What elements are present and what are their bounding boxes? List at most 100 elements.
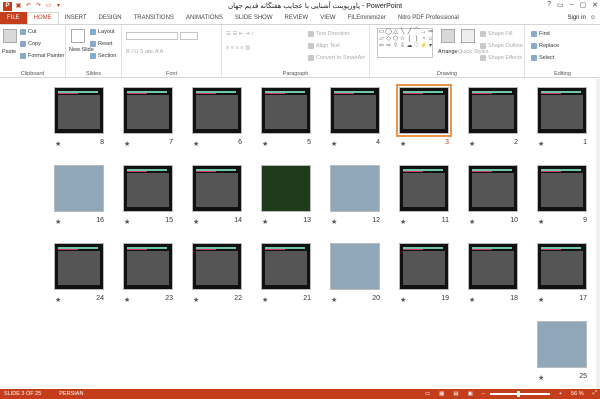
shape-fill-button[interactable]: Shape Fill [480,31,512,37]
tab-review[interactable]: REVIEW [279,12,315,24]
transition-star-icon[interactable]: ★ [331,218,337,226]
transition-star-icon[interactable]: ★ [193,140,199,148]
transition-star-icon[interactable]: ★ [193,296,199,304]
transition-star-icon[interactable]: ★ [400,218,406,226]
slide-thumbnail[interactable] [261,165,311,212]
transition-star-icon[interactable]: ★ [262,218,268,226]
sign-in-link[interactable]: Sign in [568,15,586,21]
zoom-slider[interactable] [489,390,550,397]
slide-thumbnail[interactable] [468,87,518,134]
slide-thumbnail[interactable] [330,243,380,290]
slide-sorter-icon[interactable]: ▦ [439,391,444,397]
shape-effects-button[interactable]: Shape Effects [480,55,522,61]
minimize-icon[interactable]: – [570,1,574,9]
transition-star-icon[interactable]: ★ [124,218,130,226]
slide-thumbnail[interactable] [468,243,518,290]
slide-thumbnail[interactable] [537,321,587,368]
tab-design[interactable]: DESIGN [93,12,128,24]
transition-star-icon[interactable]: ★ [400,296,406,304]
slide-thumbnail[interactable] [123,243,173,290]
zoom-slider-thumb[interactable] [516,390,520,397]
tab-transitions[interactable]: TRANSITIONS [128,12,180,24]
transition-star-icon[interactable]: ★ [262,296,268,304]
transition-star-icon[interactable]: ★ [193,218,199,226]
shape-outline-button[interactable]: Shape Outline [480,43,523,49]
transition-star-icon[interactable]: ★ [469,296,475,304]
transition-star-icon[interactable]: ★ [55,140,61,148]
slide-thumbnail[interactable] [537,243,587,290]
replace-button[interactable]: Replace [531,43,559,49]
transition-star-icon[interactable]: ★ [400,140,406,148]
tab-fileminimizer[interactable]: FILEminimizer [342,12,392,24]
vertical-scrollbar[interactable] [596,79,600,389]
list-buttons[interactable]: ☰ ☰ ⇤ ⇥ ↕ [226,31,254,37]
transition-star-icon[interactable]: ★ [124,296,130,304]
language-indicator[interactable]: PERSIAN [59,391,83,397]
format-painter-button[interactable]: Format Painter [20,53,64,59]
slide-thumbnail[interactable] [330,165,380,212]
slide-thumbnail[interactable] [261,243,311,290]
transition-star-icon[interactable]: ★ [469,140,475,148]
font-name-dropdown[interactable] [126,32,178,40]
slide-thumbnail[interactable] [123,165,173,212]
transition-star-icon[interactable]: ★ [55,296,61,304]
cut-button[interactable]: Cut [20,29,37,35]
section-button[interactable]: Section [90,53,116,59]
transition-star-icon[interactable]: ★ [124,140,130,148]
maximize-icon[interactable]: ▢ [580,1,587,9]
close-icon[interactable]: ✕ [592,1,598,9]
help-icon[interactable]: ? [547,1,551,9]
reset-button[interactable]: Reset [90,41,112,47]
zoom-out-icon[interactable]: – [482,391,485,397]
slide-thumbnail[interactable] [192,165,242,212]
transition-star-icon[interactable]: ★ [538,140,544,148]
transition-star-icon[interactable]: ★ [538,218,544,226]
convert-smartart-button[interactable]: Convert to SmartArt [308,55,365,61]
select-button[interactable]: Select [531,55,554,61]
tab-view[interactable]: VIEW [314,12,341,24]
slide-thumbnail[interactable] [192,87,242,134]
transition-star-icon[interactable]: ★ [331,140,337,148]
zoom-level[interactable]: 56 % [571,391,584,397]
arrange-button[interactable]: Arrange [438,49,458,55]
slide-thumbnail[interactable] [54,165,104,212]
shapes-gallery[interactable]: ▭ ◯ △ ╲ ╱ ⌒ → ⇒ ▱ ◇ ⬠ ☆{} ◔ ⌂ ⇦ ⇨ ⇧ ⇩ ☁ ♡ ⚡ ▾ [377,28,433,58]
slide-thumbnail[interactable] [399,165,449,212]
copy-button[interactable]: Copy [20,41,41,47]
redo-icon[interactable]: ↷ [35,3,42,10]
slide-thumbnail[interactable] [330,87,380,134]
slide-thumbnail[interactable] [396,84,452,137]
tab-home[interactable]: HOME [26,12,59,24]
transition-star-icon[interactable]: ★ [55,218,61,226]
slide-thumbnail[interactable] [54,243,104,290]
tab-file[interactable]: FILE [0,12,27,24]
align-buttons[interactable]: ≡ ≡ ≡ ≡ ▥ [226,45,250,51]
font-style-buttons[interactable]: B I U S abc A A [126,49,163,55]
font-size-dropdown[interactable] [180,32,198,40]
transition-star-icon[interactable]: ★ [469,218,475,226]
tab-animations[interactable]: ANIMATIONS [180,12,229,24]
customize-qat-icon[interactable]: ▾ [55,3,62,10]
save-icon[interactable]: ▣ [15,3,22,10]
quick-styles-icon[interactable] [461,29,475,43]
new-slide-icon[interactable] [71,29,85,43]
undo-icon[interactable]: ↶ [25,3,32,10]
slide-thumbnail[interactable] [261,87,311,134]
slide-thumbnail[interactable] [123,87,173,134]
slide-thumbnail[interactable] [537,87,587,134]
tab-nitro-pdf[interactable]: Nitro PDF Professional [392,12,465,24]
tab-slide-show[interactable]: SLIDE SHOW [229,12,279,24]
find-button[interactable]: Find [531,31,550,37]
text-direction-button[interactable]: Text Direction [308,31,349,37]
slide-thumbnail[interactable] [192,243,242,290]
tab-insert[interactable]: INSERT [59,12,93,24]
fit-to-window-icon[interactable]: ⤢ [593,390,597,397]
transition-star-icon[interactable]: ★ [331,296,337,304]
layout-button[interactable]: Layout [90,29,115,35]
transition-star-icon[interactable]: ★ [538,296,544,304]
ribbon-display-icon[interactable]: ▭ [557,1,564,9]
transition-star-icon[interactable]: ★ [262,140,268,148]
paste-button[interactable]: Paste [2,49,16,55]
slide-thumbnail[interactable] [537,165,587,212]
normal-view-icon[interactable]: ▭ [425,391,430,397]
